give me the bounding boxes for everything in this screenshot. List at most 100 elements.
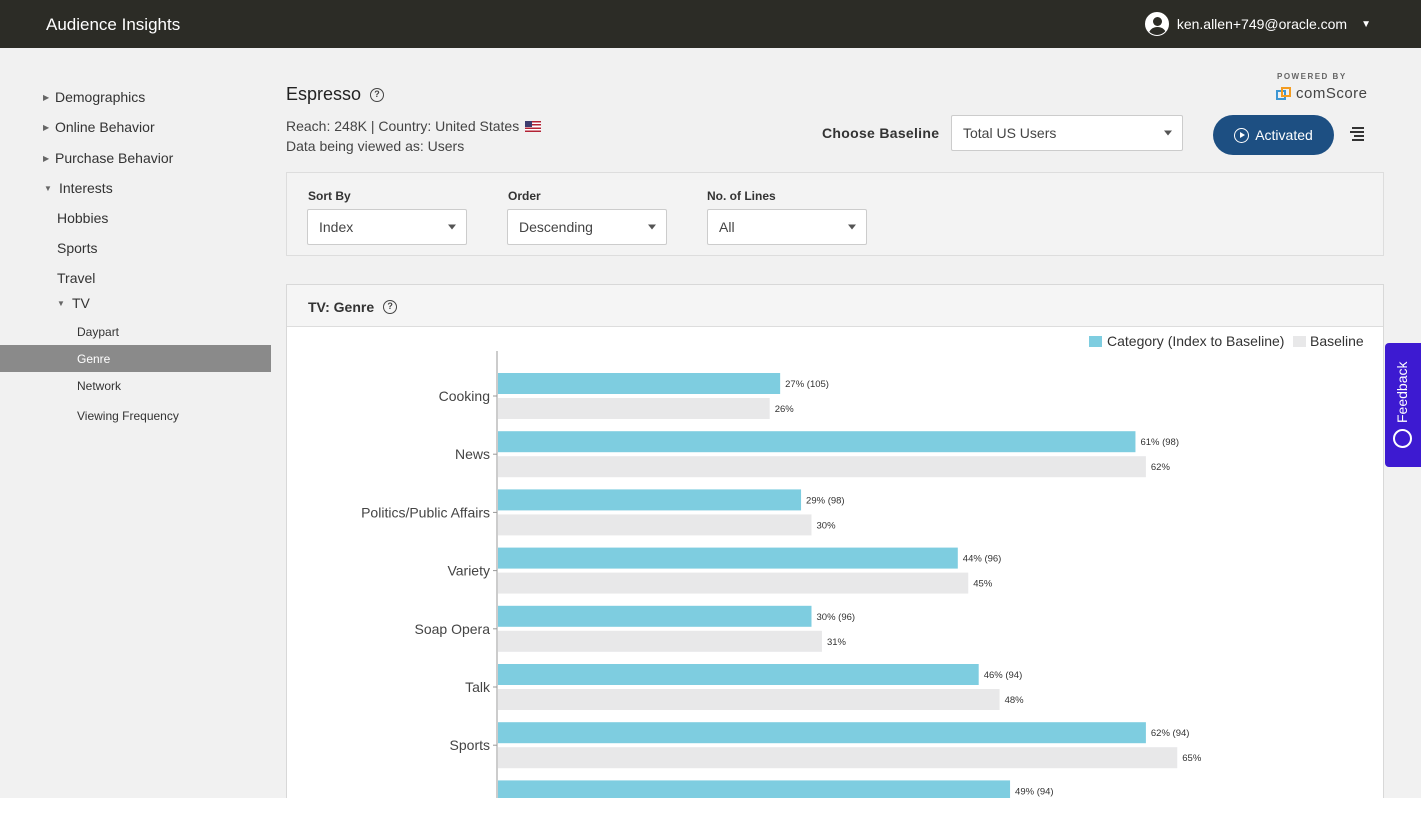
bar-value-label: 29% (98)	[806, 495, 845, 506]
user-menu[interactable]: ken.allen+749@oracle.com ▼	[1144, 12, 1371, 36]
viewed-as-text: Data being viewed as: Users	[286, 138, 465, 154]
sort-by-select[interactable]: Index	[307, 209, 467, 245]
sidebar-item-label: Online Behavior	[55, 119, 155, 135]
baseline-bar	[498, 572, 969, 594]
category-label: Politics/Public Affairs	[361, 504, 490, 520]
chart-card: TV: Genre ? Category (Index to Baseline)…	[286, 284, 1384, 818]
app-title: Audience Insights	[46, 15, 181, 34]
legend-swatch-baseline	[1293, 336, 1306, 347]
top-bar: Audience Insights ken.allen+749@oracle.c…	[0, 0, 1421, 48]
baseline-select[interactable]: Total US Users	[951, 115, 1183, 151]
chart-title: TV: Genre	[308, 299, 375, 315]
baseline-bar	[498, 398, 770, 419]
comscore-logo-icon	[1276, 86, 1292, 101]
sidebar-item-network[interactable]: Network	[0, 378, 271, 398]
bar-value-label: 62%	[1151, 462, 1171, 473]
category-bar	[498, 431, 1136, 453]
baseline-bar	[498, 514, 812, 536]
bar-value-label: 30%	[817, 520, 837, 531]
sidebar-item-genre[interactable]: Genre	[0, 345, 271, 372]
legend-label-category: Category (Index to Baseline)	[1107, 333, 1284, 349]
sidebar-item-purchase-behavior[interactable]: ▶ Purchase Behavior	[0, 150, 271, 170]
sidebar-item-tv[interactable]: ▼ TV	[0, 295, 271, 315]
sort-by-label: Sort By	[308, 189, 351, 203]
sidebar-item-interests[interactable]: ▼ Interests	[0, 180, 271, 200]
sidebar: ▶ Demographics ▶ Online Behavior ▶ Purch…	[0, 82, 271, 818]
category-bar	[498, 547, 958, 569]
sidebar-item-label: Travel	[57, 270, 96, 286]
lines-select[interactable]: All	[707, 209, 867, 245]
category-bar	[498, 373, 781, 394]
category-label: Talk	[465, 679, 491, 695]
category-label: Variety	[447, 563, 490, 579]
sidebar-item-viewing-frequency[interactable]: Viewing Frequency	[0, 408, 271, 428]
order-select[interactable]: Descending	[507, 209, 667, 245]
sort-by-value: Index	[319, 219, 354, 235]
chevron-down-icon: ▼	[57, 299, 65, 308]
play-circle-icon	[1234, 127, 1250, 143]
filter-panel: Sort By Index Order Descending No. of Li…	[286, 172, 1384, 256]
sidebar-item-label: Daypart	[77, 325, 120, 339]
us-flag-icon	[525, 120, 542, 132]
genre-bar-chart: Category (Index to Baseline) Baseline Cook…	[361, 333, 1364, 818]
list-menu-icon[interactable]	[1350, 127, 1364, 141]
sidebar-item-label: Interests	[59, 180, 113, 196]
baseline-bar	[498, 456, 1146, 478]
sidebar-item-label: Network	[77, 379, 122, 393]
sidebar-item-label: Hobbies	[57, 210, 109, 226]
lines-value: All	[719, 219, 735, 235]
bar-value-label: 62% (94)	[1151, 728, 1190, 739]
choose-baseline-label: Choose Baseline	[822, 125, 940, 141]
sidebar-item-demographics[interactable]: ▶ Demographics	[0, 89, 271, 109]
segment-title: Espresso	[286, 84, 362, 104]
sidebar-item-daypart[interactable]: Daypart	[0, 324, 271, 344]
sidebar-item-travel[interactable]: Travel	[0, 270, 271, 290]
bar-value-label: 27% (105)	[785, 379, 829, 390]
chart-card-header: TV: Genre ?	[287, 285, 1383, 327]
caret-down-icon	[448, 224, 456, 230]
help-icon[interactable]: ?	[370, 87, 385, 102]
sidebar-item-label: Sports	[57, 240, 98, 256]
legend-label-baseline: Baseline	[1310, 333, 1364, 349]
sidebar-item-online-behavior[interactable]: ▶ Online Behavior	[0, 119, 271, 139]
baseline-bar	[498, 747, 1178, 769]
help-icon[interactable]: ?	[383, 300, 398, 314]
chevron-right-icon: ▶	[43, 123, 50, 132]
bar-value-label: 44% (96)	[963, 554, 1002, 565]
user-avatar-icon	[1144, 12, 1169, 36]
baseline-bar	[498, 689, 1000, 710]
baseline-bar	[498, 630, 822, 652]
chevron-right-icon: ▶	[43, 93, 50, 102]
reach-text: Reach: 248K | Country: United States	[286, 118, 520, 134]
lines-label: No. of Lines	[707, 189, 776, 203]
sidebar-item-label: TV	[72, 295, 90, 311]
feedback-tab[interactable]: Feedback	[1385, 343, 1421, 467]
sidebar-item-sports[interactable]: Sports	[0, 240, 271, 260]
comscore-logo: comScore	[1276, 85, 1368, 102]
sidebar-item-hobbies[interactable]: Hobbies	[0, 210, 271, 230]
sidebar-item-label: Purchase Behavior	[55, 150, 174, 166]
activated-label: Activated	[1255, 127, 1313, 143]
bar-value-label: 26%	[775, 404, 795, 415]
chevron-down-icon: ▼	[44, 184, 52, 193]
activated-button[interactable]: Activated	[1213, 115, 1334, 155]
reach-info: Reach: 248K | Country: United States	[286, 118, 542, 134]
sidebar-item-label: Viewing Frequency	[77, 409, 179, 423]
chevron-right-icon: ▶	[43, 154, 50, 163]
bar-value-label: 30% (96)	[817, 612, 856, 623]
caret-down-icon[interactable]: ▼	[1361, 19, 1371, 30]
category-label: News	[455, 446, 490, 462]
baseline-selected-value: Total US Users	[963, 125, 1057, 141]
bar-value-label: 31%	[827, 637, 847, 648]
feedback-label: Feedback	[1394, 361, 1410, 423]
category-bar	[498, 722, 1146, 744]
comscore-brand-text: comScore	[1296, 85, 1368, 102]
sidebar-item-label: Genre	[77, 352, 111, 366]
bar-value-label: 49% (94)	[1015, 786, 1054, 797]
category-bar	[498, 489, 802, 511]
caret-down-icon	[1164, 130, 1172, 136]
caret-down-icon	[848, 224, 856, 230]
bar-value-label: 65%	[1182, 753, 1202, 764]
category-label: Sports	[450, 737, 490, 753]
sidebar-item-label: Demographics	[55, 89, 146, 105]
